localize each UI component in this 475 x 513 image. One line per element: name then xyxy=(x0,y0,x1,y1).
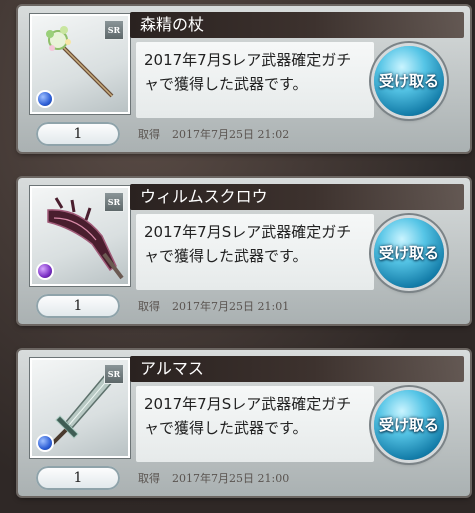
item-description: 2017年7月Sレア武器確定ガチャで獲得した武器です。 xyxy=(136,214,374,290)
rarity-badge: SR xyxy=(104,20,124,40)
acquired-label: 取得 xyxy=(138,128,160,141)
item-name: 森精の杖 xyxy=(130,12,464,38)
item-name: ウィルムスクロウ xyxy=(130,184,464,210)
item-name: アルマス xyxy=(130,356,464,382)
acquired-label: 取得 xyxy=(138,300,160,313)
weapon-thumbnail: SR xyxy=(30,186,130,286)
gift-item-card: SR 森精の杖 2017年7月Sレア武器確定ガチャで獲得した武器です。 1 取得… xyxy=(18,6,470,152)
element-orb-icon xyxy=(36,90,54,108)
receive-button[interactable]: 受け取る xyxy=(374,390,444,460)
receive-button[interactable]: 受け取る xyxy=(374,46,444,116)
acquired-date: 取得 2017年7月25日 21:00 xyxy=(138,470,289,486)
weapon-thumbnail: SR xyxy=(30,14,130,114)
gift-item-card: SR アルマス 2017年7月Sレア武器確定ガチャで獲得した武器です。 1 取得… xyxy=(18,350,470,496)
rarity-badge: SR xyxy=(104,364,124,384)
gift-item-card: SR ウィルムスクロウ 2017年7月Sレア武器確定ガチャで獲得した武器です。 … xyxy=(18,178,470,324)
acquired-label: 取得 xyxy=(138,472,160,485)
element-orb-icon xyxy=(36,262,54,280)
acquired-timestamp: 2017年7月25日 21:01 xyxy=(172,300,290,313)
acquired-date: 取得 2017年7月25日 21:01 xyxy=(138,298,289,314)
acquired-timestamp: 2017年7月25日 21:02 xyxy=(172,128,290,141)
acquired-timestamp: 2017年7月25日 21:00 xyxy=(172,472,290,485)
item-quantity: 1 xyxy=(36,466,120,490)
item-description: 2017年7月Sレア武器確定ガチャで獲得した武器です。 xyxy=(136,42,374,118)
item-description: 2017年7月Sレア武器確定ガチャで獲得した武器です。 xyxy=(136,386,374,462)
element-orb-icon xyxy=(36,434,54,452)
receive-button[interactable]: 受け取る xyxy=(374,218,444,288)
acquired-date: 取得 2017年7月25日 21:02 xyxy=(138,126,289,142)
weapon-thumbnail: SR xyxy=(30,358,130,458)
rarity-badge: SR xyxy=(104,192,124,212)
item-quantity: 1 xyxy=(36,294,120,318)
item-quantity: 1 xyxy=(36,122,120,146)
